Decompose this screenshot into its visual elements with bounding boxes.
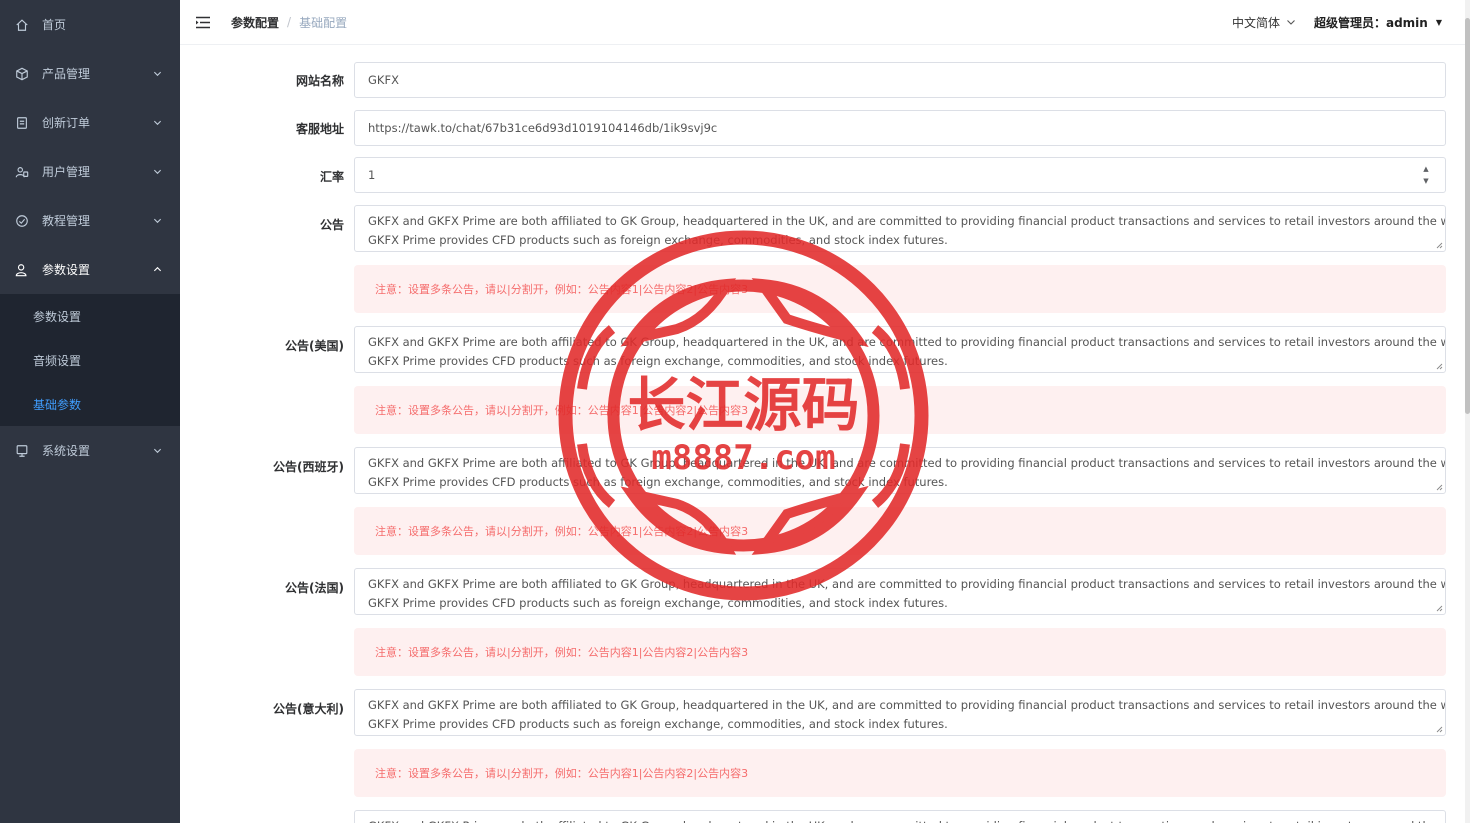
resize-handle-icon[interactable]: [1435, 604, 1443, 612]
sidebar-subitem-params[interactable]: 参数设置: [0, 294, 180, 338]
chevron-down-icon: [152, 167, 162, 177]
language-selector[interactable]: 中文简体: [1232, 14, 1296, 31]
announcement-line: GKFX Prime provides CFD products such as…: [368, 475, 948, 489]
chevron-down-icon: [152, 446, 162, 456]
site-name-input[interactable]: GKFX: [354, 62, 1446, 98]
sidebar-item-label: 教程管理: [42, 214, 91, 228]
sidebar-item-orders[interactable]: 创新订单: [0, 98, 180, 147]
announcement-us-textarea[interactable]: GKFX and GKFX Prime are both affiliated …: [354, 326, 1446, 373]
header-right: 中文简体 超级管理员：admin ▼: [1232, 0, 1442, 45]
sidebar-subitem-basic[interactable]: 基础参数: [0, 382, 180, 426]
user-name: 超级管理员：admin: [1313, 16, 1428, 30]
service-url-label: 客服地址: [295, 122, 344, 136]
rate-label: 汇率: [319, 170, 344, 184]
chevron-down-icon: [152, 69, 162, 79]
top-header: 参数配置 / 基础配置 中文简体 超级管理员：admin ▼: [180, 0, 1470, 45]
announcement-line: GKFX Prime provides CFD products such as…: [368, 596, 948, 610]
sidebar-subitem-audio[interactable]: 音频设置: [0, 338, 180, 382]
announcement-line: GKFX Prime provides CFD products such as…: [368, 354, 948, 368]
monitor-icon: [14, 443, 30, 459]
announcement-fr-label: 公告(法国): [285, 581, 344, 595]
user-dropdown[interactable]: 超级管理员：admin ▼: [1314, 14, 1442, 31]
sidebar-item-tutorials[interactable]: 教程管理: [0, 196, 180, 245]
announcement-es-textarea[interactable]: GKFX and GKFX Prime are both affiliated …: [354, 447, 1446, 494]
announcement-line: GKFX Prime provides CFD products such as…: [368, 233, 948, 247]
sidebar-item-users[interactable]: 用户管理: [0, 147, 180, 196]
announcement-line: GKFX and GKFX Prime are both affiliated …: [368, 214, 1446, 228]
breadcrumb-item[interactable]: 参数配置: [231, 14, 279, 31]
sidebar-item-home[interactable]: 首页: [0, 0, 180, 49]
announcement-line: GKFX and GKFX Prime are both affiliated …: [368, 577, 1446, 591]
announcement-line: GKFX and GKFX Prime are both affiliated …: [368, 817, 1445, 823]
stepper-up-icon[interactable]: ▲: [1423, 163, 1428, 175]
service-url-input[interactable]: https://tawk.to/chat/67b31ce6d93d1019104…: [354, 110, 1446, 146]
sidebar-item-label: 参数设置: [42, 263, 91, 277]
main-content: 网站名称 GKFX 客服地址 https://tawk.to/chat/67b3…: [180, 46, 1465, 823]
chevron-down-icon: [152, 216, 162, 226]
announcement-us-label: 公告(美国): [285, 339, 344, 353]
resize-handle-icon[interactable]: [1435, 483, 1443, 491]
announcement-fr-notice: 注意：设置多条公告，请以|分割开，例如：公告内容1|公告内容2|公告内容3: [354, 628, 1446, 676]
rate-value: 1: [368, 168, 376, 182]
chevron-up-icon: [152, 265, 162, 275]
sidebar-item-label: 用户管理: [42, 165, 91, 179]
sidebar-item-system[interactable]: 系统设置: [0, 426, 180, 475]
chevron-down-icon: [152, 118, 162, 128]
announcement-fr-textarea[interactable]: GKFX and GKFX Prime are both affiliated …: [354, 568, 1446, 615]
announcement-es-notice: 注意：设置多条公告，请以|分割开，例如：公告内容1|公告内容2|公告内容3: [354, 507, 1446, 555]
announcement-line: GKFX and GKFX Prime are both affiliated …: [368, 456, 1446, 470]
sidebar-item-label: 首页: [42, 18, 67, 32]
rate-stepper[interactable]: ▲ ▼: [1420, 157, 1432, 193]
sidebar-item-products[interactable]: 产品管理: [0, 49, 180, 98]
language-label: 中文简体: [1231, 16, 1280, 30]
breadcrumb-current: 基础配置: [299, 15, 348, 30]
announcement-it-textarea[interactable]: GKFX and GKFX Prime are both affiliated …: [354, 689, 1446, 736]
site-name-label: 网站名称: [295, 74, 344, 88]
announcement-next-textarea[interactable]: GKFX and GKFX Prime are both affiliated …: [354, 810, 1446, 823]
announcement-line: GKFX Prime provides CFD products such as…: [368, 717, 948, 731]
breadcrumb-separator: /: [287, 15, 292, 29]
sidebar-submenu: 参数设置 音频设置 基础参数: [0, 294, 180, 426]
tutorial-icon: [14, 213, 30, 229]
caret-down-icon: ▼: [1435, 18, 1442, 27]
scrollbar-thumb[interactable]: [1465, 18, 1470, 414]
user-settings-icon: [14, 262, 30, 278]
sidebar: 首页 产品管理 创新订单 用户管理 教程管理 参数设置 参数设置 音频设置 基础…: [0, 0, 180, 823]
sidebar-item-label: 产品管理: [42, 67, 91, 81]
announcement-it-label: 公告(意大利): [273, 702, 344, 716]
sidebar-item-label: 创新订单: [42, 116, 91, 130]
menu-fold-icon[interactable]: [195, 15, 211, 29]
rate-input[interactable]: 1: [354, 157, 1446, 193]
sidebar-item-label: 系统设置: [42, 444, 91, 458]
home-icon: [14, 17, 30, 33]
cube-icon: [14, 66, 30, 82]
announcement-label: 公告: [319, 218, 344, 232]
users-icon: [14, 164, 30, 180]
resize-handle-icon[interactable]: [1435, 362, 1443, 370]
announcement-textarea[interactable]: GKFX and GKFX Prime are both affiliated …: [354, 205, 1446, 252]
chevron-down-icon: [1286, 16, 1296, 30]
sidebar-item-params[interactable]: 参数设置: [0, 245, 180, 294]
resize-handle-icon[interactable]: [1435, 241, 1443, 249]
page-scrollbar[interactable]: [1465, 0, 1470, 823]
breadcrumb: 参数配置 / 基础配置: [231, 14, 347, 31]
stepper-down-icon[interactable]: ▼: [1423, 175, 1428, 187]
announcement-notice: 注意：设置多条公告，请以|分割开，例如：公告内容1|公告内容2|公告内容3: [354, 265, 1446, 313]
order-icon: [14, 115, 30, 131]
announcement-line: GKFX and GKFX Prime are both affiliated …: [368, 698, 1446, 712]
resize-handle-icon[interactable]: [1435, 725, 1443, 733]
announcement-es-label: 公告(西班牙): [273, 460, 344, 474]
announcement-it-notice: 注意：设置多条公告，请以|分割开，例如：公告内容1|公告内容2|公告内容3: [354, 749, 1446, 797]
announcement-us-notice: 注意：设置多条公告，请以|分割开，例如：公告内容1|公告内容2|公告内容3: [354, 386, 1446, 434]
announcement-line: GKFX and GKFX Prime are both affiliated …: [368, 335, 1446, 349]
